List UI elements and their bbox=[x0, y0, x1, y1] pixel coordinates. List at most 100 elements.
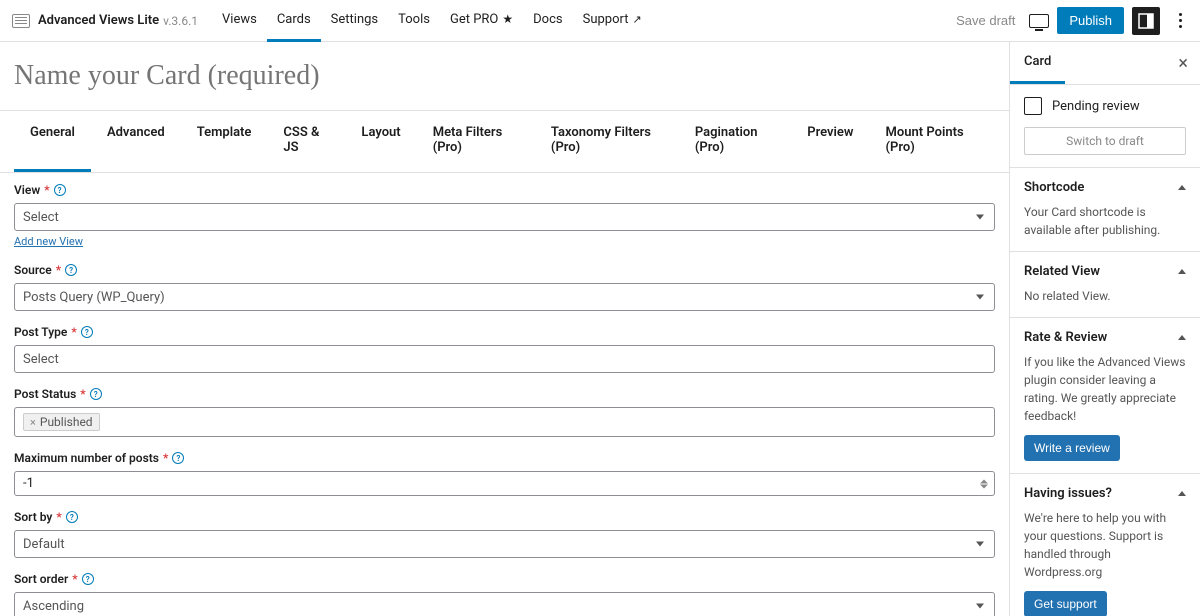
required-icon: * bbox=[71, 325, 76, 339]
info-icon[interactable]: ? bbox=[172, 452, 184, 464]
shortcode-heading[interactable]: Shortcode bbox=[1024, 180, 1186, 195]
sidebar-status: Pending review Switch to draft bbox=[1010, 85, 1200, 168]
sidebar-shortcode: Shortcode Your Card shortcode is availab… bbox=[1010, 168, 1200, 252]
tab-template[interactable]: Template bbox=[181, 111, 268, 172]
title-area bbox=[0, 42, 1009, 111]
top-right: Save draft Publish bbox=[950, 7, 1192, 35]
post-status-chip[interactable]: ×Published bbox=[23, 413, 100, 431]
nav-get-pro[interactable]: Get PRO★ bbox=[440, 0, 523, 42]
number-stepper[interactable] bbox=[980, 479, 988, 488]
field-sort-order: Sort order * ? Ascending bbox=[14, 572, 995, 616]
nav-docs[interactable]: Docs bbox=[523, 0, 572, 42]
issues-heading[interactable]: Having issues? bbox=[1024, 486, 1186, 501]
sidebar-tab-card[interactable]: Card bbox=[1010, 42, 1065, 84]
required-icon: * bbox=[56, 510, 61, 524]
form-area: View * ? Select Add new View Source * ? … bbox=[0, 173, 1009, 616]
publish-button[interactable]: Publish bbox=[1057, 7, 1124, 34]
nav-views[interactable]: Views bbox=[212, 0, 267, 42]
max-posts-input[interactable]: -1 bbox=[14, 471, 995, 496]
nav-support[interactable]: Support↗ bbox=[573, 0, 652, 42]
nav-tools[interactable]: Tools bbox=[388, 0, 440, 42]
chevron-up-icon bbox=[1178, 335, 1186, 340]
info-icon[interactable]: ? bbox=[66, 511, 78, 523]
tab-layout[interactable]: Layout bbox=[345, 111, 416, 172]
write-review-button[interactable]: Write a review bbox=[1024, 435, 1120, 461]
required-icon: * bbox=[56, 263, 61, 277]
sort-order-select[interactable]: Ascending bbox=[14, 592, 995, 616]
sidebar: Card × Pending review Switch to draft Sh… bbox=[1010, 42, 1200, 616]
app-title: Advanced Views Lite bbox=[38, 13, 159, 28]
tab-preview[interactable]: Preview bbox=[791, 111, 869, 172]
top-nav: Views Cards Settings Tools Get PRO★ Docs… bbox=[212, 0, 652, 42]
source-select[interactable]: Posts Query (WP_Query) bbox=[14, 283, 995, 311]
sort-by-select[interactable]: Default bbox=[14, 530, 995, 558]
issues-text: We're here to help you with your questio… bbox=[1024, 509, 1186, 581]
sort-order-label: Sort order bbox=[14, 572, 68, 586]
required-icon: * bbox=[163, 451, 168, 465]
card-title-input[interactable] bbox=[14, 60, 995, 92]
required-icon: * bbox=[44, 183, 49, 197]
main-column: General Advanced Template CSS & JS Layou… bbox=[0, 42, 1010, 616]
remove-chip-icon[interactable]: × bbox=[30, 416, 36, 429]
external-link-icon: ↗ bbox=[632, 13, 641, 26]
save-draft-button[interactable]: Save draft bbox=[950, 9, 1021, 32]
preview-icon[interactable] bbox=[1029, 14, 1049, 28]
pending-review-label: Pending review bbox=[1052, 99, 1140, 114]
tab-css-js[interactable]: CSS & JS bbox=[267, 111, 345, 172]
post-status-select[interactable]: ×Published bbox=[14, 407, 995, 437]
info-icon[interactable]: ? bbox=[54, 184, 66, 196]
post-type-label: Post Type bbox=[14, 325, 67, 339]
info-icon[interactable]: ? bbox=[82, 573, 94, 585]
info-icon[interactable]: ? bbox=[65, 264, 77, 276]
post-status-label: Post Status bbox=[14, 387, 76, 401]
sidebar-issues: Having issues? We're here to help you wi… bbox=[1010, 474, 1200, 616]
post-type-select[interactable]: Select bbox=[14, 345, 995, 373]
shortcode-text: Your Card shortcode is available after p… bbox=[1024, 203, 1186, 239]
field-max-posts: Maximum number of posts * ? -1 bbox=[14, 451, 995, 496]
sidebar-related-view: Related View No related View. bbox=[1010, 252, 1200, 318]
panel-toggle-icon[interactable] bbox=[1132, 7, 1160, 35]
field-view: View * ? Select Add new View bbox=[14, 183, 995, 249]
field-post-status: Post Status * ? ×Published bbox=[14, 387, 995, 437]
pending-review-checkbox[interactable] bbox=[1024, 97, 1042, 115]
tab-pagination[interactable]: Pagination (Pro) bbox=[679, 111, 791, 172]
field-source: Source * ? Posts Query (WP_Query) bbox=[14, 263, 995, 311]
info-icon[interactable]: ? bbox=[81, 326, 93, 338]
related-view-text: No related View. bbox=[1024, 287, 1186, 305]
sidebar-rate-review: Rate & Review If you like the Advanced V… bbox=[1010, 318, 1200, 474]
chevron-up-icon bbox=[1178, 269, 1186, 274]
required-icon: * bbox=[80, 387, 85, 401]
top-bar: Advanced Views Lite v.3.6.1 Views Cards … bbox=[0, 0, 1200, 42]
rate-review-text: If you like the Advanced Views plugin co… bbox=[1024, 353, 1186, 425]
info-icon[interactable]: ? bbox=[90, 388, 102, 400]
chevron-up-icon bbox=[1178, 491, 1186, 496]
app-version: v.3.6.1 bbox=[163, 14, 198, 28]
close-icon[interactable]: × bbox=[1172, 49, 1194, 78]
required-icon: * bbox=[72, 572, 77, 586]
tab-advanced[interactable]: Advanced bbox=[91, 111, 181, 172]
field-post-type: Post Type * ? Select bbox=[14, 325, 995, 373]
sort-by-label: Sort by bbox=[14, 510, 52, 524]
tab-general[interactable]: General bbox=[14, 111, 91, 172]
tab-taxonomy-filters[interactable]: Taxonomy Filters (Pro) bbox=[535, 111, 679, 172]
add-new-view-link[interactable]: Add new View bbox=[14, 235, 83, 248]
sidebar-tabs: Card × bbox=[1010, 42, 1200, 85]
get-support-button[interactable]: Get support bbox=[1024, 591, 1107, 616]
view-label: View bbox=[14, 183, 40, 197]
main-wrap: General Advanced Template CSS & JS Layou… bbox=[0, 42, 1200, 616]
chevron-up-icon bbox=[1178, 185, 1186, 190]
app-logo-icon bbox=[12, 14, 30, 28]
switch-to-draft-button[interactable]: Switch to draft bbox=[1024, 127, 1186, 155]
nav-settings[interactable]: Settings bbox=[321, 0, 388, 42]
star-icon: ★ bbox=[502, 12, 513, 26]
field-sort-by: Sort by * ? Default bbox=[14, 510, 995, 558]
rate-review-heading[interactable]: Rate & Review bbox=[1024, 330, 1186, 345]
top-left: Advanced Views Lite v.3.6.1 Views Cards … bbox=[12, 0, 652, 42]
related-view-heading[interactable]: Related View bbox=[1024, 264, 1186, 279]
tab-mount-points[interactable]: Mount Points (Pro) bbox=[870, 111, 995, 172]
tab-meta-filters[interactable]: Meta Filters (Pro) bbox=[417, 111, 535, 172]
form-tabs: General Advanced Template CSS & JS Layou… bbox=[0, 111, 1009, 173]
view-select[interactable]: Select bbox=[14, 203, 995, 231]
more-options-icon[interactable] bbox=[1168, 9, 1192, 33]
nav-cards[interactable]: Cards bbox=[267, 0, 321, 42]
